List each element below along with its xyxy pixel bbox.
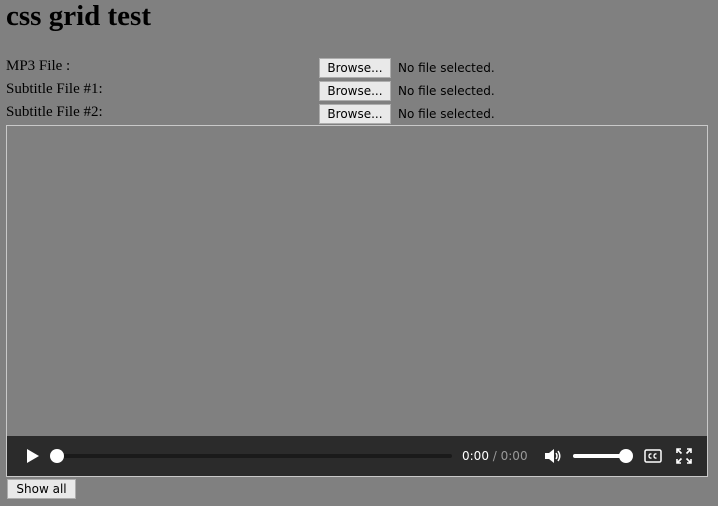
fullscreen-icon[interactable]	[676, 448, 692, 464]
mp3-file-row: MP3 File : Browse... No file selected.	[6, 57, 706, 79]
duration: 0:00	[500, 449, 528, 463]
subtitle-file-2-status: No file selected.	[398, 107, 495, 121]
closed-captions-icon[interactable]	[644, 449, 662, 463]
subtitle-file-2-label: Subtitle File #2:	[6, 104, 103, 120]
subtitle-1-browse-button[interactable]: Browse...	[319, 81, 391, 101]
mp3-browse-button[interactable]: Browse...	[319, 58, 391, 78]
subtitle-file-1-row: Subtitle File #1: Browse... No file sele…	[6, 80, 706, 102]
page-title: css grid test	[6, 0, 151, 32]
subtitle-file-1-label: Subtitle File #1:	[6, 81, 103, 97]
mp3-file-status: No file selected.	[398, 61, 495, 75]
subtitle-2-browse-button[interactable]: Browse...	[319, 104, 391, 124]
subtitle-file-2-row: Subtitle File #2: Browse... No file sele…	[6, 103, 706, 125]
video-controls-bar: 0:00 / 0:00	[7, 436, 707, 476]
subtitle-file-1-status: No file selected.	[398, 84, 495, 98]
video-player[interactable]: 0:00 / 0:00	[6, 125, 708, 477]
current-time: 0:00	[462, 449, 489, 463]
time-display: 0:00 / 0:00	[462, 448, 528, 464]
volume-slider-track[interactable]	[573, 454, 625, 458]
seek-bar[interactable]	[50, 449, 452, 463]
time-separator: /	[488, 449, 501, 463]
show-all-button[interactable]: Show all	[7, 479, 76, 499]
volume-icon[interactable]	[544, 448, 562, 464]
volume-slider-thumb[interactable]	[619, 449, 633, 463]
play-icon[interactable]	[24, 448, 40, 464]
seek-thumb[interactable]	[50, 449, 64, 463]
mp3-file-label: MP3 File :	[6, 58, 71, 74]
